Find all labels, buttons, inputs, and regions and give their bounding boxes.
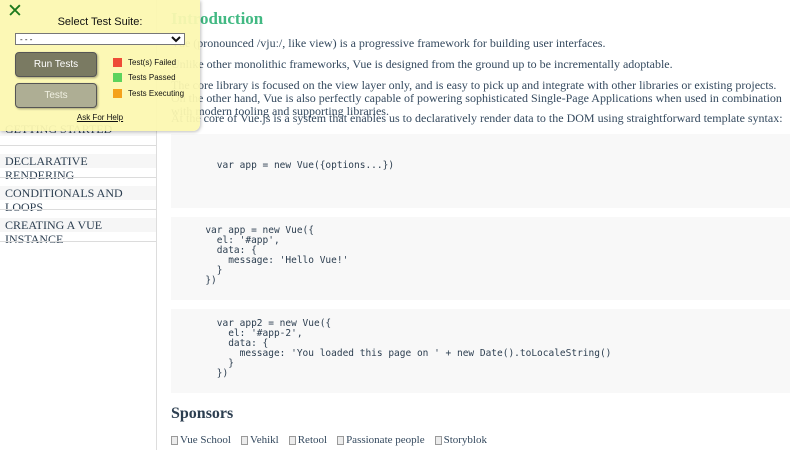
code-text: var app = new Vue({ el: '#app', data: { … — [205, 225, 349, 286]
run-tests-button[interactable]: Run Tests — [15, 52, 97, 77]
sponsor-link-storyblok[interactable]: Storyblok — [434, 434, 487, 446]
broken-image-icon — [337, 435, 345, 445]
legend-item-executing: Tests Executing — [113, 88, 184, 99]
intro-paragraph: Vue (pronounced /vjuː/, like view) is a … — [171, 36, 606, 50]
broken-image-icon — [434, 435, 442, 445]
sidebar-divider — [0, 209, 156, 210]
sponsors-list: Vue School Vehikl Retool Passionate peop… — [171, 434, 487, 446]
legend-label: Tests Passed — [128, 73, 176, 82]
legend-item-failed: Test(s) Failed — [113, 57, 176, 68]
sidebar-divider — [0, 177, 156, 178]
failed-swatch-icon — [113, 58, 122, 67]
code-block: var app = new Vue({options...}) — [171, 134, 790, 208]
test-runner-panel: ✕ Select Test Suite: - - - Run Tests Tes… — [0, 0, 200, 131]
code-text: var app = new Vue({options...}) — [171, 160, 395, 171]
sponsor-alt-text: Vue School — [180, 434, 231, 446]
ask-for-help-link[interactable]: Ask For Help — [0, 113, 200, 122]
sidebar-item-conditionals-and-loops[interactable]: CONDITIONALS AND LOOPS — [0, 186, 156, 214]
sponsor-alt-text: Vehikl — [249, 434, 279, 446]
sponsors-heading: Sponsors — [171, 405, 234, 422]
test-suite-select[interactable]: - - - — [15, 33, 185, 45]
sponsor-link-passionate-people[interactable]: Passionate people — [337, 434, 425, 446]
sponsor-link-vue-school[interactable]: Vue School — [171, 434, 231, 446]
legend-item-passed: Tests Passed — [113, 72, 176, 83]
code-block: var app = new Vue({ el: '#app', data: { … — [171, 217, 790, 300]
tests-button[interactable]: Tests — [15, 83, 97, 108]
adoptable-paragraph: Unlike other monolithic frameworks, Vue … — [171, 57, 673, 71]
sidebar-item-declarative-rendering[interactable]: DECLARATIVE RENDERING — [0, 154, 156, 182]
passed-swatch-icon — [113, 73, 122, 82]
code-block: var app2 = new Vue({ el: '#app-2', data:… — [171, 309, 790, 393]
legend-label: Tests Executing — [128, 89, 185, 98]
broken-image-icon — [288, 435, 296, 445]
sponsor-alt-text: Storyblok — [443, 434, 487, 446]
sponsor-link-vehikl[interactable]: Vehikl — [240, 434, 279, 446]
panel-title: Select Test Suite: — [57, 16, 143, 28]
sponsor-alt-text: Retool — [297, 434, 328, 446]
legend-label: Test(s) Failed — [128, 58, 177, 67]
executing-swatch-icon — [113, 89, 122, 98]
broken-image-icon — [240, 435, 248, 445]
code-text: var app2 = new Vue({ el: '#app-2', data:… — [216, 318, 612, 379]
sponsor-link-retool[interactable]: Retool — [288, 434, 328, 446]
sidebar-item-creating-vue-instance[interactable]: CREATING A VUE INSTANCE — [0, 218, 156, 246]
broken-image-icon — [171, 435, 178, 445]
sidebar-divider — [0, 145, 156, 146]
sidebar-divider — [0, 241, 156, 242]
sponsor-alt-text: Passionate people — [346, 434, 425, 446]
declarative-paragraph: At the core of Vue.js is a system that e… — [171, 111, 783, 125]
